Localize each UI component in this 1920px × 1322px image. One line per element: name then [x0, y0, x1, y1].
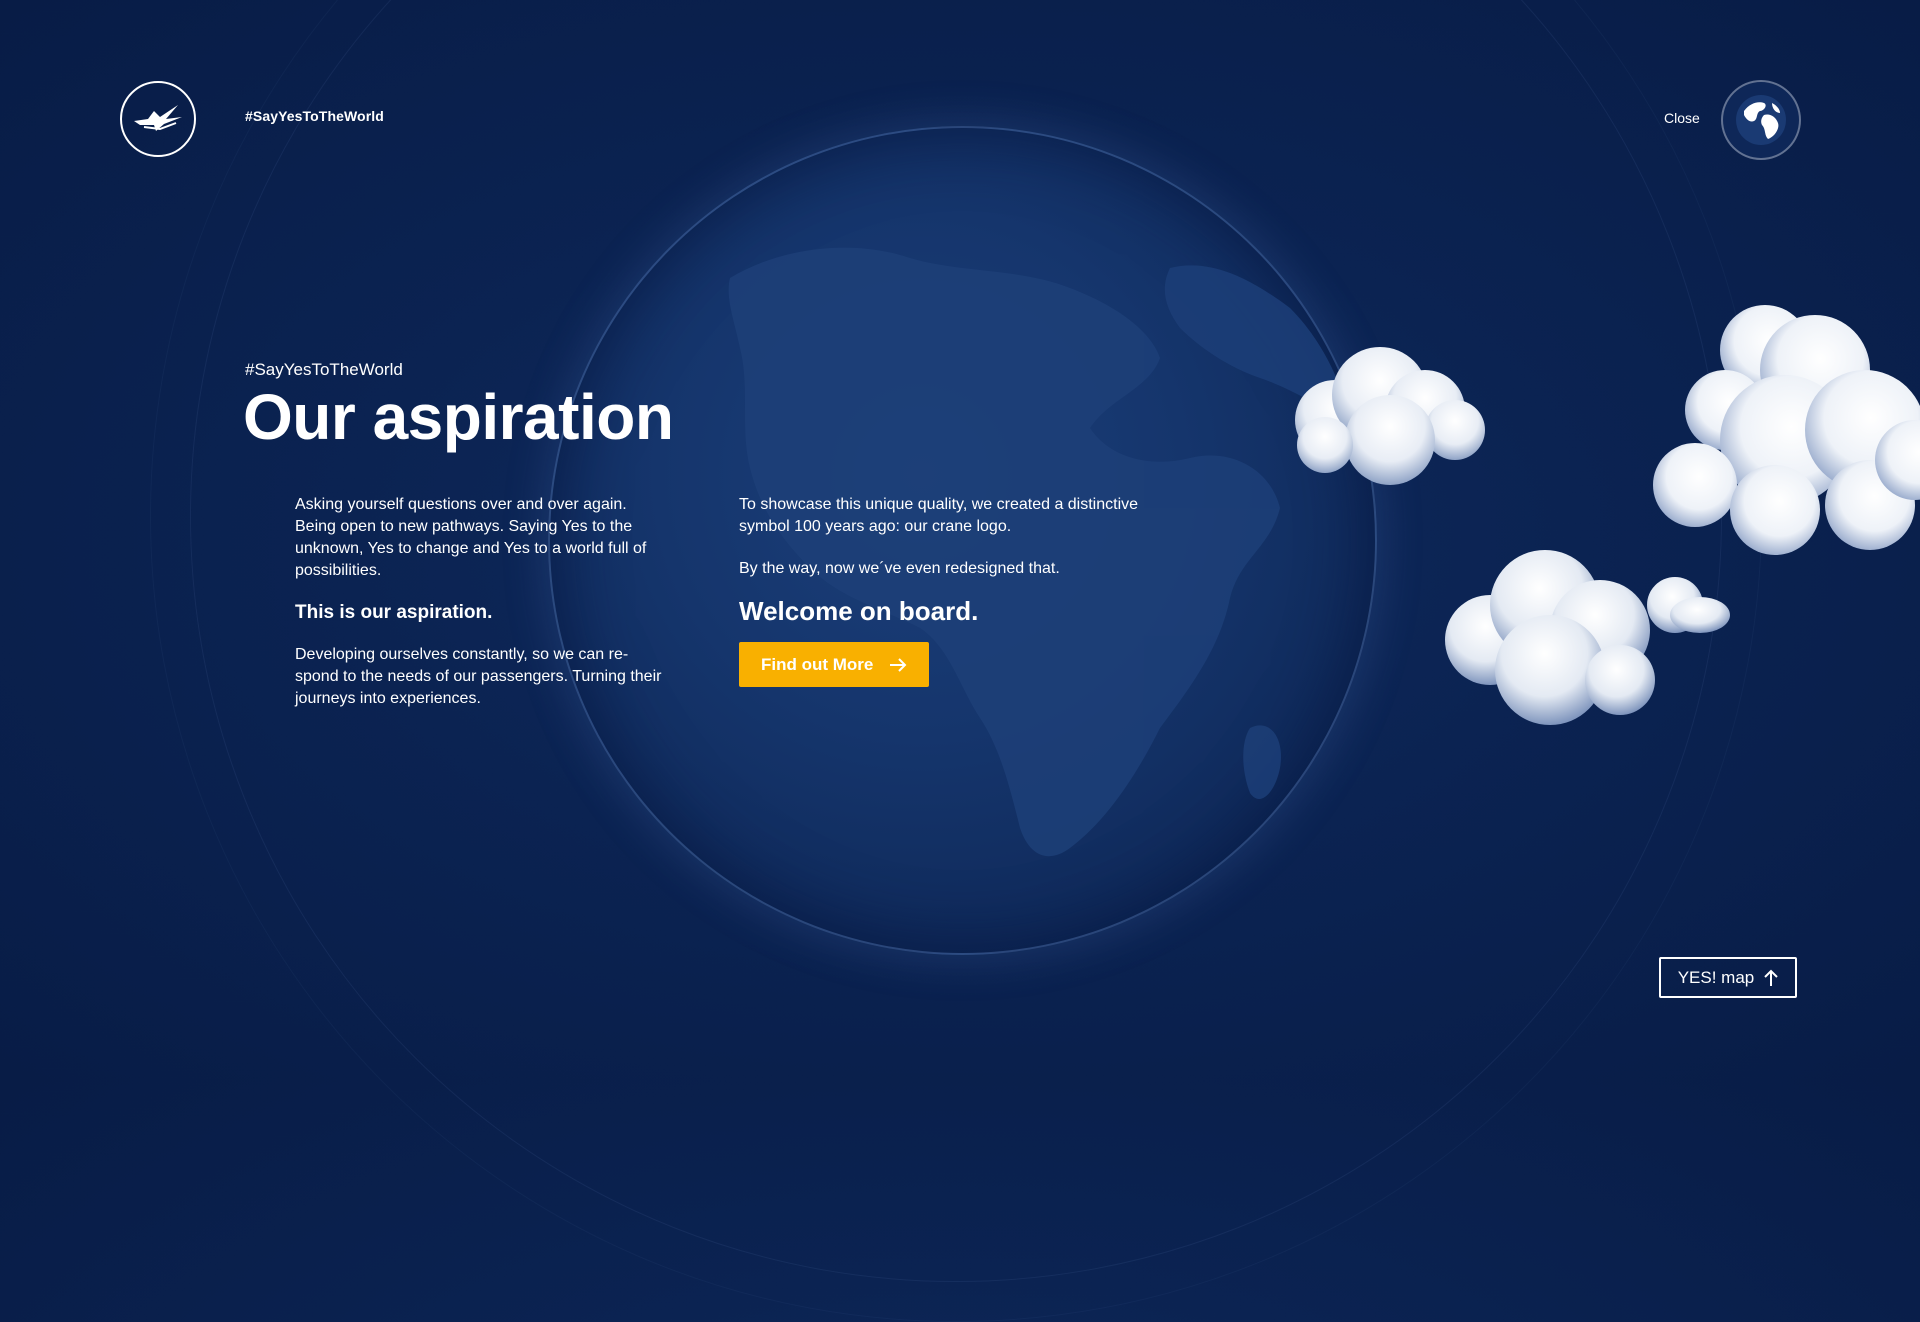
page-title: Our aspiration	[243, 381, 674, 453]
find-out-more-button[interactable]: Find out More	[739, 642, 930, 687]
logo-paragraph: To showcase this unique quality, we crea…	[739, 496, 1139, 535]
cloud-right	[1653, 305, 1920, 555]
hero-eyebrow: #SayYesToTheWorld	[245, 360, 403, 379]
header-hashtag: #SayYesToTheWorld	[245, 108, 384, 124]
redesign-paragraph: By the way, now we´ve even redesigned th…	[739, 560, 1060, 577]
find-out-more-label: Find out More	[761, 654, 874, 674]
globe-icon	[1736, 95, 1786, 145]
intro-paragraph: Asking yourself questions over and over …	[295, 496, 647, 579]
crane-logo-icon	[134, 105, 182, 131]
arrow-right-icon	[890, 657, 907, 672]
text-column-left: Asking yourself questions over and over …	[295, 494, 665, 730]
yes-map-button[interactable]: YES! map	[1659, 957, 1797, 998]
welcome-heading: Welcome on board.	[739, 596, 979, 626]
cloud-left	[1295, 347, 1485, 485]
text-column-right: To showcase this unique quality, we crea…	[739, 494, 1159, 687]
globe-button[interactable]	[1721, 80, 1801, 160]
aspiration-statement: This is our aspiration.	[295, 602, 493, 623]
close-button[interactable]: Close	[1664, 110, 1700, 126]
arrow-up-icon	[1764, 969, 1778, 986]
yes-map-label: YES! map	[1677, 967, 1755, 987]
development-paragraph: Developing ourselves constantly, so we c…	[295, 646, 662, 707]
crane-logo[interactable]	[120, 81, 196, 157]
